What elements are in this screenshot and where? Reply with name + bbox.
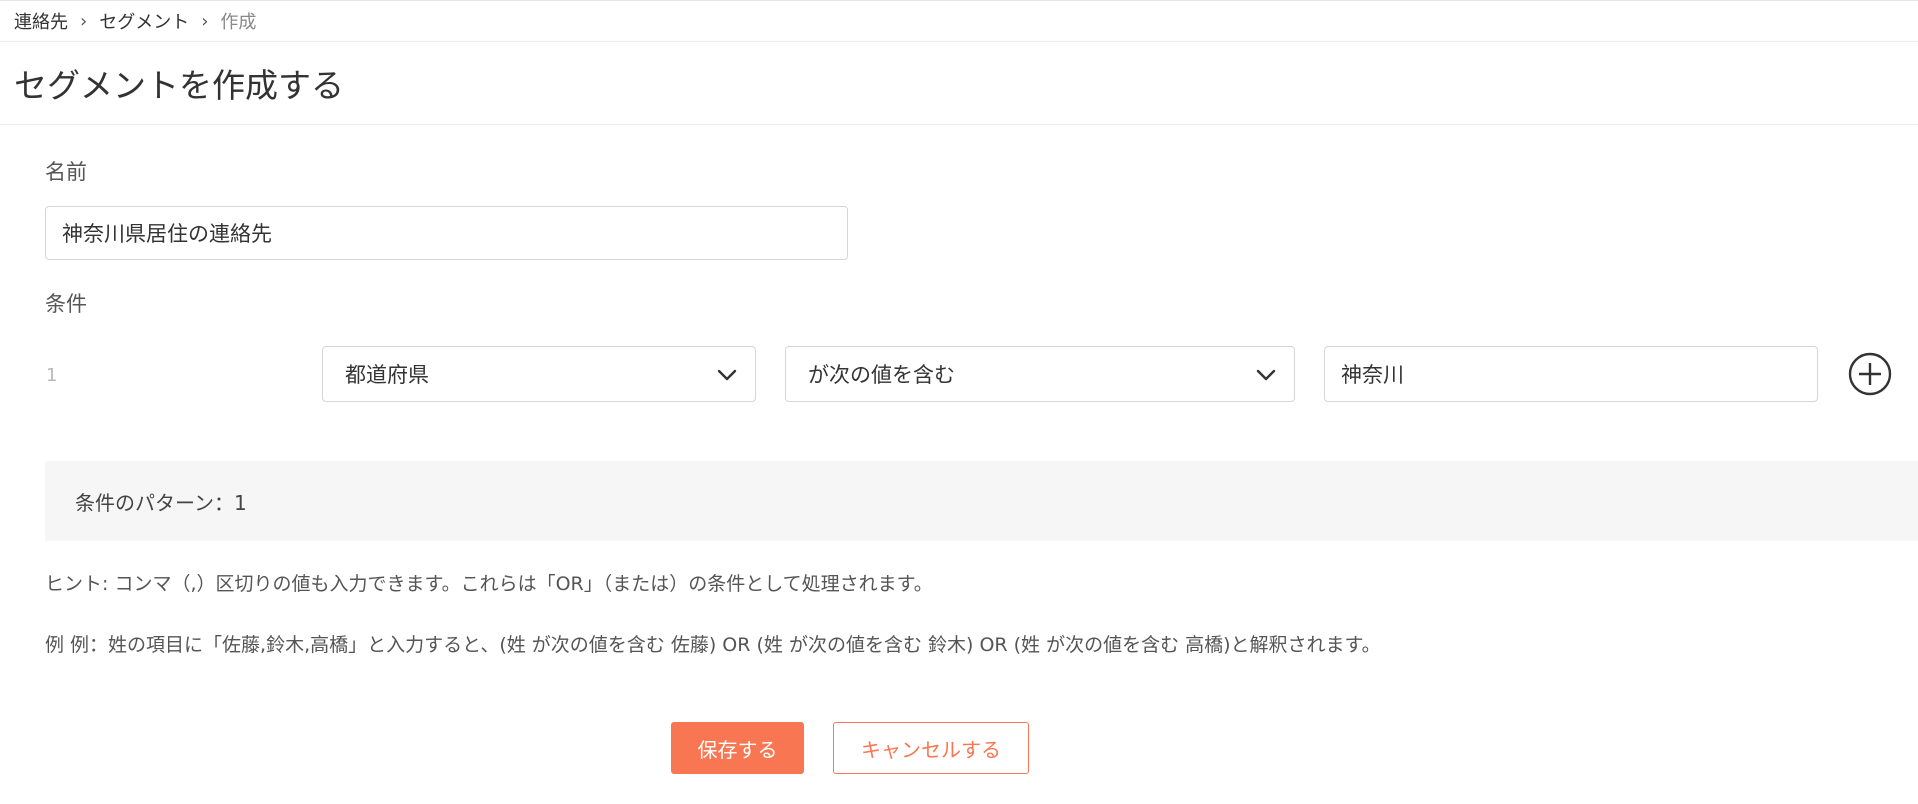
name-label: 名前: [45, 160, 87, 184]
name-input[interactable]: [45, 206, 848, 260]
title-bar: セグメントを作成する: [0, 42, 1918, 125]
condition-field-value: 都道府県: [345, 363, 429, 387]
condition-operator-value: が次の値を含む: [808, 363, 955, 387]
breadcrumb-contacts[interactable]: 連絡先: [14, 8, 68, 34]
hint-text: ヒント: コンマ（,）区切りの値も入力できます。これらは「OR」（または）の条件…: [45, 573, 933, 595]
chevron-down-icon: [717, 369, 737, 381]
breadcrumb-segments[interactable]: セグメント: [99, 8, 189, 34]
breadcrumb-separator: ›: [201, 10, 209, 32]
plus-circle-icon[interactable]: [1848, 352, 1892, 396]
example-text: 例 例：姓の項目に「佐藤,鈴木,高橋」と入力すると、(姓 が次の値を含む 佐藤)…: [45, 634, 1381, 656]
condition-operator-select[interactable]: が次の値を含む: [785, 346, 1295, 402]
breadcrumb: 連絡先 › セグメント › 作成: [0, 1, 1918, 42]
chevron-down-icon: [1256, 369, 1276, 381]
page-title: セグメントを作成する: [14, 66, 344, 105]
cancel-button[interactable]: キャンセルする: [833, 722, 1029, 774]
condition-field-select[interactable]: 都道府県: [322, 346, 756, 402]
condition-pattern-box: 条件のパターン：1: [45, 461, 1918, 541]
condition-index: 1: [46, 365, 58, 386]
conditions-label: 条件: [45, 292, 87, 316]
breadcrumb-separator: ›: [80, 10, 88, 32]
breadcrumb-current: 作成: [220, 12, 257, 33]
save-button[interactable]: 保存する: [671, 722, 804, 774]
condition-value-input[interactable]: [1324, 346, 1818, 402]
condition-pattern-text: 条件のパターン：1: [75, 490, 247, 515]
